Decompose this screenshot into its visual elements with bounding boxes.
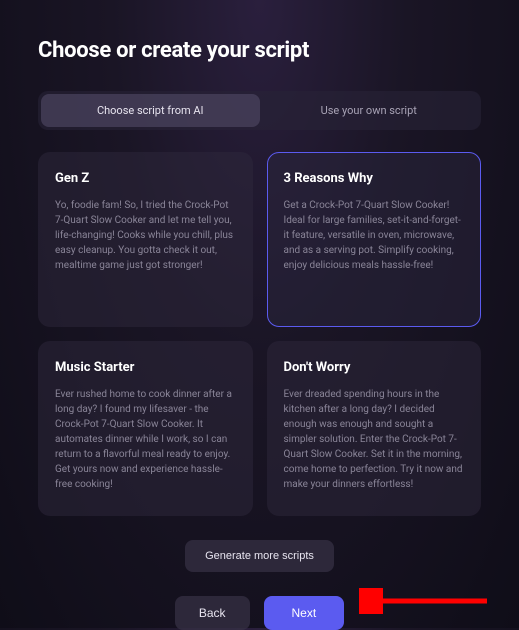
nav-row: Back Next (38, 596, 481, 630)
tab-choose-ai[interactable]: Choose script from AI (41, 94, 260, 127)
script-card-title: Gen Z (55, 171, 236, 186)
script-source-tabs: Choose script from AI Use your own scrip… (38, 91, 481, 130)
next-button[interactable]: Next (264, 596, 345, 630)
script-card-title: Don't Worry (284, 360, 465, 375)
tab-use-own[interactable]: Use your own script (260, 94, 479, 127)
script-card-body: Ever dreaded spending hours in the kitch… (284, 387, 465, 492)
script-card-body: Yo, foodie fam! So, I tried the Crock-Po… (55, 198, 236, 273)
script-card-title: Music Starter (55, 360, 236, 375)
script-cards-grid: Gen Z Yo, foodie fam! So, I tried the Cr… (38, 152, 481, 516)
generate-more-button[interactable]: Generate more scripts (185, 540, 334, 572)
script-card-dont-worry[interactable]: Don't Worry Ever dreaded spending hours … (267, 341, 482, 516)
script-card-title: 3 Reasons Why (284, 171, 465, 186)
page-title: Choose or create your script (38, 38, 481, 63)
script-card-gen-z[interactable]: Gen Z Yo, foodie fam! So, I tried the Cr… (38, 152, 253, 327)
script-card-3-reasons[interactable]: 3 Reasons Why Get a Crock-Pot 7-Quart Sl… (267, 152, 482, 327)
script-card-body: Ever rushed home to cook dinner after a … (55, 387, 236, 492)
script-card-music-starter[interactable]: Music Starter Ever rushed home to cook d… (38, 341, 253, 516)
generate-row: Generate more scripts (38, 540, 481, 572)
back-button[interactable]: Back (175, 596, 250, 630)
script-card-body: Get a Crock-Pot 7-Quart Slow Cooker! Ide… (284, 198, 465, 273)
